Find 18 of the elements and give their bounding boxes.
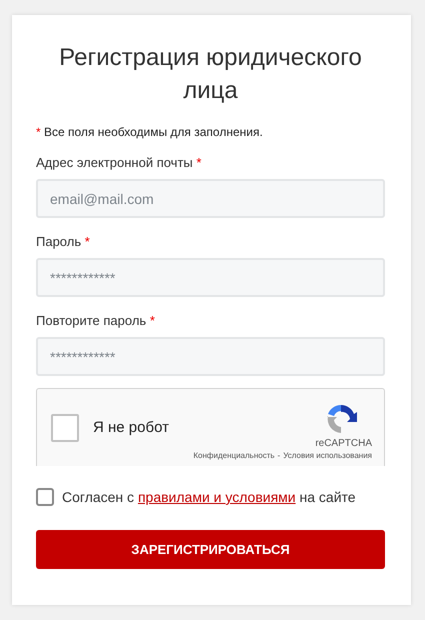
captcha-checkbox[interactable] [51, 414, 79, 442]
input-field[interactable]: email@mail.com [36, 179, 385, 218]
required-note: * Все поля необходимы для заполнения. [36, 125, 264, 139]
captcha-label: Я не робот [93, 419, 170, 436]
input-field[interactable]: ************ [36, 258, 385, 297]
field-label: Повторите пароль * [36, 313, 156, 328]
input-field[interactable]: ************ [36, 337, 385, 376]
terms-link[interactable]: Условия использования [283, 450, 372, 460]
agree-text: Согласен с правилами и условиями на сайте [62, 489, 356, 505]
field-label: Адрес электронной почты * [36, 155, 202, 170]
form-title: Регистрация юридического лица [58, 43, 363, 106]
register-button[interactable]: ЗАРЕГИСТРИРОВАТЬСЯ [36, 530, 385, 569]
field-label: Пароль * [36, 234, 91, 249]
privacy-link[interactable]: Конфиденциальность [193, 450, 275, 460]
link-separator: - [278, 450, 280, 460]
agree-checkbox[interactable] [36, 488, 54, 506]
recaptcha-brand: reCAPTCHA [315, 438, 372, 448]
terms-link[interactable]: правилами и условиями [138, 489, 296, 505]
